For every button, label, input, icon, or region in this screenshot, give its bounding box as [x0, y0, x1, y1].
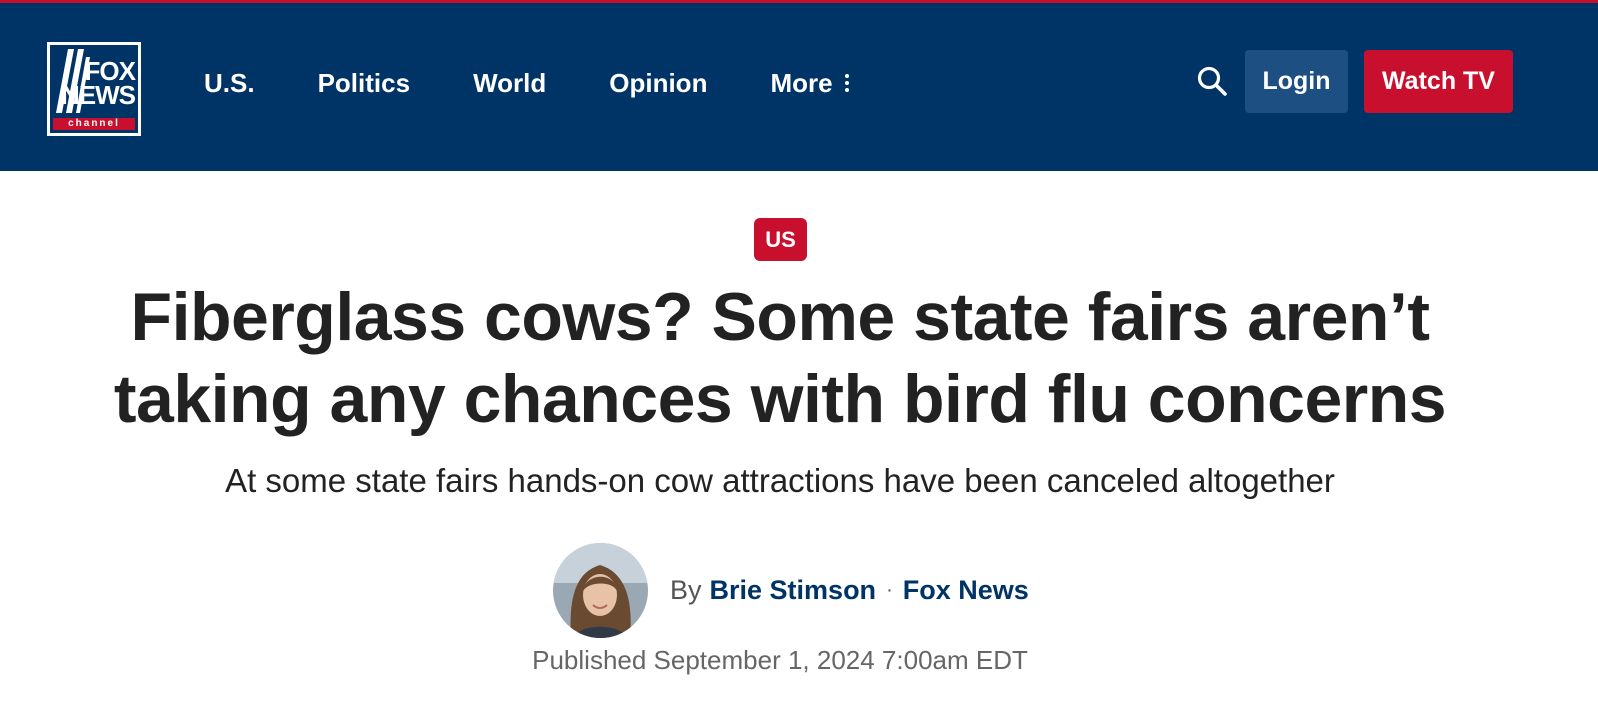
article-subheadline: At some state fairs hands-on cow attract…: [225, 462, 1335, 499]
vertical-dots-icon: [844, 74, 849, 92]
category-badge[interactable]: US: [754, 218, 807, 261]
byline-prefix: By: [670, 574, 702, 605]
published-date: Published September 1, 2024 7:00am EDT: [532, 645, 1028, 675]
search-icon[interactable]: [1196, 65, 1228, 97]
nav-item-world[interactable]: World: [473, 68, 546, 99]
fox-news-logo[interactable]: FOX NEWS channel: [47, 42, 141, 136]
author-photo-icon: [553, 543, 648, 638]
logo-news-text: NEWS: [61, 80, 136, 110]
watch-tv-button[interactable]: Watch TV: [1364, 50, 1513, 113]
logo-channel-text: channel: [53, 118, 135, 130]
nav-item-more[interactable]: More: [770, 67, 849, 99]
nav-item-more-label: More: [770, 67, 833, 98]
author-avatar[interactable]: [553, 543, 648, 638]
source-link[interactable]: Fox News: [903, 575, 1029, 606]
nav-item-us[interactable]: U.S.: [204, 68, 255, 99]
logo-inner: FOX NEWS channel: [50, 45, 138, 133]
login-button[interactable]: Login: [1245, 50, 1348, 113]
site-header: FOX NEWS channel U.S. Politics World Opi…: [0, 0, 1598, 171]
author-link[interactable]: Brie Stimson: [710, 575, 877, 606]
nav-item-opinion[interactable]: Opinion: [609, 68, 707, 99]
article-headline: Fiberglass cows? Some state fairs aren’t…: [113, 279, 1447, 437]
main-nav: U.S. Politics World Opinion More: [204, 63, 912, 103]
nav-item-politics[interactable]: Politics: [318, 68, 410, 99]
byline: By Brie Stimson · Fox News: [670, 570, 1029, 610]
byline-separator: ·: [886, 578, 893, 601]
